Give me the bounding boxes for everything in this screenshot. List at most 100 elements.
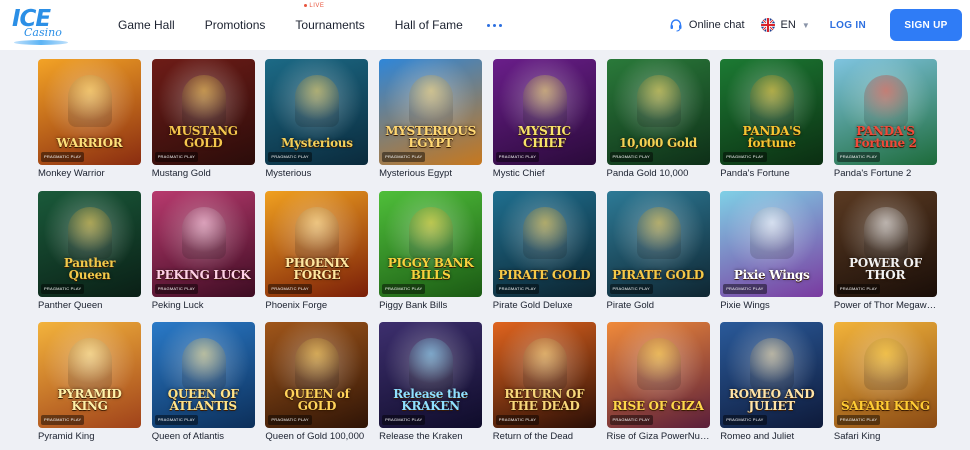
nav-hall-of-fame[interactable]: Hall of Fame — [395, 18, 463, 32]
game-title[interactable]: Release the Kraken — [379, 431, 482, 442]
game-thumbnail[interactable]: MYSTIC CHIEF PRAGMATIC PLAY — [492, 59, 596, 165]
game-title[interactable]: Panda's Fortune — [720, 168, 823, 179]
game-tile[interactable]: 10,000 Gold PRAGMATIC PLAY Panda Gold 10,0… — [606, 59, 710, 179]
game-tile[interactable]: PHOENIX FORGE PRAGMATIC PLAY Phoenix Forge — [265, 190, 369, 311]
game-title[interactable]: Phoenix Forge — [265, 300, 368, 311]
game-tile[interactable]: RISE OF GIZA PRAGMATIC PLAY Rise of Giza P… — [606, 322, 710, 442]
game-title[interactable]: Queen of Atlantis — [152, 431, 255, 442]
game-tile[interactable]: MYSTERIOUS EGYPT PRAGMATIC PLAY Mysterious… — [379, 59, 483, 179]
game-thumbnail[interactable]: QUEEN of GOLD PRAGMATIC PLAY — [265, 322, 369, 428]
game-title[interactable]: Mustang Gold — [152, 168, 255, 179]
ice-casino-logo[interactable]: ICE Casino — [10, 5, 68, 47]
game-title[interactable]: Panda Gold 10,000 — [607, 168, 710, 179]
game-tile[interactable]: WARRIOR PRAGMATIC PLAY Monkey Warrior — [38, 59, 141, 179]
game-title[interactable]: Mysterious — [265, 168, 368, 179]
game-title[interactable]: Pyramid King — [38, 431, 141, 442]
game-logo-text: Release the KRAKEN — [393, 387, 468, 413]
game-title[interactable]: Pirate Gold Deluxe — [493, 300, 596, 311]
game-character-art — [68, 338, 112, 390]
game-thumbnail[interactable]: WARRIOR PRAGMATIC PLAY — [38, 59, 141, 165]
log-in-button[interactable]: LOG IN — [830, 20, 866, 31]
nav-tournaments[interactable]: LIVE Tournaments — [295, 3, 364, 32]
game-tile[interactable]: PANDA'S Fortune 2 PRAGMATIC PLAY Panda's F… — [833, 59, 937, 179]
live-badge: LIVE — [304, 3, 324, 9]
game-character-art — [522, 75, 567, 127]
provider-badge: PRAGMATIC PLAY — [41, 283, 85, 294]
game-title[interactable]: Power of Thor Megaways — [834, 300, 937, 311]
game-title[interactable]: Mystic Chief — [493, 168, 596, 179]
provider-badge: PRAGMATIC PLAY — [41, 152, 85, 162]
game-thumbnail[interactable]: 10,000 Gold PRAGMATIC PLAY — [606, 59, 710, 165]
game-tile[interactable]: ROMEO AND JULIET PRAGMATIC PLAY Romeo and … — [720, 322, 824, 442]
game-logo-text: 10,000 Gold — [618, 136, 697, 150]
header-actions: Online chat EN ▼ LOG IN SIGN UP — [669, 0, 962, 50]
game-tile[interactable]: MUSTANG GOLD PRAGMATIC PLAY Mustang Gold — [151, 59, 255, 179]
game-character-art — [181, 338, 226, 390]
game-tile[interactable]: QUEEN of GOLD PRAGMATIC PLAY Queen of Gold… — [265, 322, 369, 442]
provider-badge: PRAGMATIC PLAY — [154, 152, 199, 162]
game-title[interactable]: Panda's Fortune 2 — [834, 168, 937, 179]
game-thumbnail[interactable]: PHOENIX FORGE PRAGMATIC PLAY — [265, 190, 369, 297]
game-logo-text: MYSTERIOUS EGYPT — [385, 124, 476, 150]
game-title[interactable]: Safari King — [834, 431, 937, 442]
game-tile[interactable]: PIRATE GOLD PRAGMATIC PLAY Pirate Gold Del… — [492, 190, 596, 311]
provider-badge: PRAGMATIC PLAY — [723, 415, 767, 425]
game-tile[interactable]: PYRAMID KING PRAGMATIC PLAY Pyramid King — [38, 322, 141, 442]
game-thumbnail[interactable]: MUSTANG GOLD PRAGMATIC PLAY — [151, 59, 255, 165]
game-title[interactable]: Romeo and Juliet — [720, 431, 823, 442]
game-thumbnail[interactable]: RISE OF GIZA PRAGMATIC PLAY — [606, 322, 710, 428]
game-logo-text: PHOENIX FORGE — [285, 255, 349, 282]
game-thumbnail[interactable]: POWER OF THOR PRAGMATIC PLAY — [833, 190, 937, 297]
game-tile[interactable]: POWER OF THOR PRAGMATIC PLAY Power of Thor… — [833, 190, 937, 311]
language-selector[interactable]: EN ▼ — [760, 18, 810, 32]
game-tile[interactable]: Release the KRAKEN PRAGMATIC PLAY Release … — [379, 322, 483, 442]
more-dots-icon[interactable] — [486, 23, 502, 27]
game-title[interactable]: Piggy Bank Bills — [379, 300, 482, 311]
game-thumbnail[interactable]: PANDA'S fortune PRAGMATIC PLAY — [720, 59, 824, 165]
game-thumbnail[interactable]: PEKING LUCK PRAGMATIC PLAY — [151, 190, 255, 297]
game-title[interactable]: Peking Luck — [152, 300, 255, 311]
game-thumbnail[interactable]: Panther Queen PRAGMATIC PLAY — [38, 190, 141, 297]
game-thumbnail[interactable]: PIGGY BANK BILLS PRAGMATIC PLAY — [379, 190, 483, 297]
game-thumbnail[interactable]: PIRATE GOLD PRAGMATIC PLAY — [492, 190, 596, 297]
game-tile[interactable]: MYSTIC CHIEF PRAGMATIC PLAY Mystic Chief — [492, 59, 596, 179]
game-logo-text: ROMEO AND JULIET — [728, 387, 815, 413]
game-tile[interactable]: QUEEN OF ATLANTIS PRAGMATIC PLAY Queen of … — [151, 322, 255, 442]
game-character-art — [863, 338, 908, 390]
provider-badge: PRAGMATIC PLAY — [836, 415, 881, 425]
game-thumbnail[interactable]: Release the KRAKEN PRAGMATIC PLAY — [379, 322, 483, 428]
game-tile[interactable]: RETURN OF THE DEAD PRAGMATIC PLAY Return o… — [492, 322, 596, 442]
game-thumbnail[interactable]: SAFARI KING PRAGMATIC PLAY — [833, 322, 937, 428]
game-tile[interactable]: Mysterious PRAGMATIC PLAY Mysterious — [265, 59, 369, 179]
game-thumbnail[interactable]: RETURN OF THE DEAD PRAGMATIC PLAY — [492, 322, 596, 428]
game-logo-text: Panther Queen — [63, 255, 116, 282]
game-thumbnail[interactable]: PIRATE GOLD PRAGMATIC PLAY — [606, 190, 710, 297]
nav-promotions[interactable]: Promotions — [205, 18, 266, 32]
game-title[interactable]: Rise of Giza PowerNudge — [607, 431, 710, 442]
game-thumbnail[interactable]: PANDA'S Fortune 2 PRAGMATIC PLAY — [833, 59, 937, 165]
game-tile[interactable]: PANDA'S fortune PRAGMATIC PLAY Panda's For… — [720, 59, 824, 179]
game-tile[interactable]: Pixie Wings PRAGMATIC PLAY Pixie Wings — [720, 190, 824, 311]
game-thumbnail[interactable]: Mysterious PRAGMATIC PLAY — [265, 59, 369, 165]
game-thumbnail[interactable]: PYRAMID KING PRAGMATIC PLAY — [38, 322, 141, 428]
game-title[interactable]: Mysterious Egypt — [379, 168, 482, 179]
game-tile[interactable]: SAFARI KING PRAGMATIC PLAY Safari King — [833, 322, 937, 442]
game-title[interactable]: Pixie Wings — [720, 300, 823, 311]
game-thumbnail[interactable]: MYSTERIOUS EGYPT PRAGMATIC PLAY — [379, 59, 483, 165]
game-title[interactable]: Panther Queen — [38, 300, 141, 311]
game-title[interactable]: Pirate Gold — [607, 300, 710, 311]
game-tile[interactable]: Panther Queen PRAGMATIC PLAY Panther Queen — [38, 190, 141, 311]
game-title[interactable]: Return of the Dead — [493, 431, 596, 442]
nav-game-hall[interactable]: Game Hall — [118, 18, 175, 32]
game-tile[interactable]: PIRATE GOLD PRAGMATIC PLAY Pirate Gold — [606, 190, 710, 311]
game-title[interactable]: Queen of Gold 100,000 — [265, 431, 368, 442]
game-thumbnail[interactable]: Pixie Wings PRAGMATIC PLAY — [720, 190, 824, 297]
game-thumbnail[interactable]: ROMEO AND JULIET PRAGMATIC PLAY — [720, 322, 824, 428]
game-character-art — [636, 338, 681, 390]
online-chat-button[interactable]: Online chat — [669, 18, 745, 32]
game-tile[interactable]: PEKING LUCK PRAGMATIC PLAY Peking Luck — [151, 190, 255, 311]
game-tile[interactable]: PIGGY BANK BILLS PRAGMATIC PLAY Piggy Bank… — [379, 190, 483, 311]
sign-up-button[interactable]: SIGN UP — [890, 9, 962, 41]
game-title[interactable]: Monkey Warrior — [38, 168, 141, 179]
game-thumbnail[interactable]: QUEEN OF ATLANTIS PRAGMATIC PLAY — [151, 322, 255, 428]
